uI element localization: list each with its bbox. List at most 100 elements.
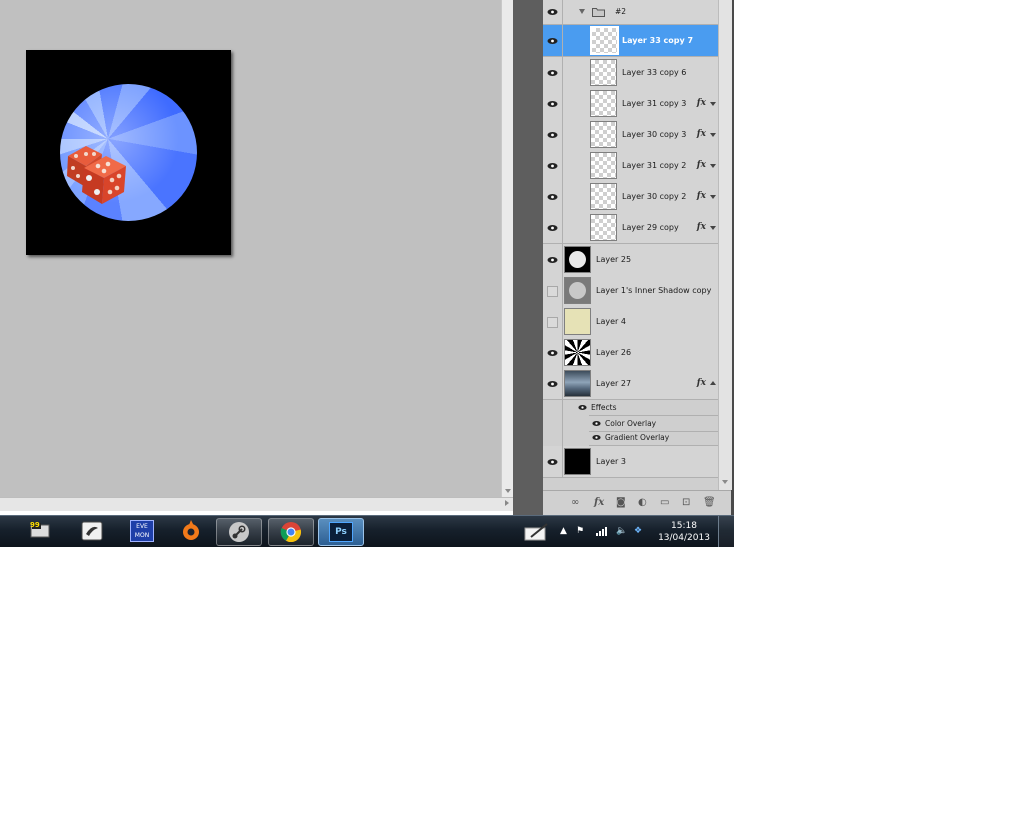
layer-row[interactable]: Layer 27 fx <box>543 368 718 400</box>
layer-effects-icon[interactable]: fx <box>697 150 706 181</box>
layer-row[interactable]: Layer 30 copy 2 fx <box>543 181 718 213</box>
adjustment-layer-icon[interactable]: ◐ <box>638 498 647 508</box>
layer-row[interactable]: Layer 26 <box>543 337 718 369</box>
folder-icon <box>592 8 605 17</box>
visibility-toggle[interactable] <box>543 88 563 119</box>
document-horizontal-scrollbar[interactable] <box>0 497 513 511</box>
xfire-icon <box>81 521 103 541</box>
taskbar-app-winamp[interactable]: 99 <box>18 518 62 544</box>
scroll-right-arrow-icon[interactable] <box>505 500 509 506</box>
taskbar-app-origin[interactable] <box>169 518 213 544</box>
eye-icon <box>547 458 558 465</box>
expand-effects-arrow-icon[interactable] <box>710 133 716 137</box>
link-layers-icon[interactable]: ∞ <box>571 498 579 508</box>
layer-effects-icon[interactable]: fx <box>697 368 706 399</box>
layer-name: Layer 26 <box>596 348 632 357</box>
layer-name: #2 <box>615 7 627 16</box>
layer-effects-icon[interactable]: fx <box>697 212 706 243</box>
document-image[interactable] <box>26 50 231 255</box>
layer-row[interactable]: Layer 30 copy 3 fx <box>543 119 718 151</box>
visibility-toggle[interactable] <box>543 368 563 399</box>
add-mask-icon[interactable]: ◙ <box>616 498 626 508</box>
layer-effects-icon[interactable]: fx <box>697 88 706 119</box>
document-canvas-area[interactable] <box>0 0 501 497</box>
taskbar-app-xfire[interactable] <box>70 518 114 544</box>
layer-effects-icon[interactable]: fx <box>697 119 706 150</box>
layer-thumbnail <box>590 121 617 148</box>
eye-icon <box>547 193 558 200</box>
visibility-toggle[interactable] <box>543 181 563 212</box>
show-hidden-icons-arrow-icon[interactable]: ▲ <box>560 527 567 536</box>
effects-header-row[interactable]: Effects <box>562 400 718 415</box>
layer-row[interactable]: Layer 29 copy fx <box>543 212 718 244</box>
show-desktop-button[interactable] <box>718 516 735 547</box>
visibility-toggle[interactable] <box>543 244 563 275</box>
taskbar-app-steam[interactable] <box>216 518 262 546</box>
action-center-flag-icon[interactable]: ⚑ <box>576 527 584 536</box>
layers-list[interactable]: #2 Layer 33 copy 7 Layer 33 copy 6 Layer… <box>543 0 718 490</box>
expand-effects-arrow-icon[interactable] <box>710 164 716 168</box>
eye-icon <box>578 405 587 410</box>
visibility-toggle[interactable] <box>543 337 563 368</box>
layer-thumbnail <box>590 183 617 210</box>
new-group-icon[interactable]: ▭ <box>660 498 669 508</box>
eye-icon <box>547 224 558 231</box>
layer-row[interactable]: Layer 31 copy 2 fx <box>543 150 718 182</box>
taskbar-app-photoshop[interactable]: Ps <box>318 518 364 546</box>
layers-vertical-scrollbar[interactable] <box>718 0 732 490</box>
layer-thumbnail <box>564 339 591 366</box>
layer-row[interactable]: Layer 33 copy 6 <box>543 57 718 89</box>
new-layer-icon[interactable]: ⊡ <box>682 498 690 508</box>
scroll-down-arrow-icon[interactable] <box>722 480 728 484</box>
layer-name: Layer 30 copy 2 <box>622 192 687 201</box>
add-layer-style-icon[interactable]: fx <box>594 498 604 508</box>
layers-panel: #2 Layer 33 copy 7 Layer 33 copy 6 Layer… <box>543 0 734 516</box>
layer-row[interactable]: Layer 1's Inner Shadow copy <box>543 275 718 307</box>
hidden-visibility-box[interactable] <box>547 285 558 297</box>
trash-icon[interactable]: 🗑 <box>703 498 716 508</box>
taskbar-app-evemon[interactable]: EVE MON <box>120 518 164 544</box>
taskbar-app-chrome[interactable] <box>268 518 314 546</box>
layer-row[interactable]: Layer 25 <box>543 244 718 276</box>
layer-row[interactable]: Layer 33 copy 7 <box>543 25 718 57</box>
network-signal-icon[interactable] <box>596 527 608 536</box>
eye-icon <box>547 349 558 356</box>
visibility-toggle[interactable] <box>543 212 563 243</box>
expand-effects-arrow-icon[interactable] <box>710 195 716 199</box>
visibility-toggle[interactable] <box>543 275 563 306</box>
expand-effects-arrow-icon[interactable] <box>710 102 716 106</box>
effect-label: Color Overlay <box>605 419 657 428</box>
group-expand-arrow-icon[interactable] <box>579 9 585 14</box>
dropbox-icon[interactable]: ❖ <box>634 527 642 536</box>
visibility-toggle[interactable] <box>543 306 563 337</box>
pen-tablet-icon[interactable] <box>523 522 551 542</box>
layer-name: Layer 33 copy 6 <box>622 68 687 77</box>
layer-thumbnail <box>564 308 591 335</box>
visibility-toggle[interactable] <box>543 57 563 88</box>
notes-badge: 99 <box>30 521 40 529</box>
visibility-toggle[interactable] <box>543 25 563 56</box>
collapse-effects-arrow-icon[interactable] <box>710 381 716 385</box>
visibility-toggle[interactable] <box>543 0 563 24</box>
layer-name: Layer 31 copy 2 <box>622 161 687 170</box>
hidden-visibility-box[interactable] <box>547 316 558 328</box>
visibility-toggle[interactable] <box>543 150 563 181</box>
indent-guide <box>562 400 563 446</box>
layer-row[interactable]: Layer 4 <box>543 306 718 338</box>
layer-row[interactable]: Layer 31 copy 3 fx <box>543 88 718 120</box>
tray-clock[interactable]: 15:18 13/04/2013 <box>654 520 714 544</box>
layer-group-row[interactable]: #2 <box>543 0 718 25</box>
eye-icon <box>547 256 558 263</box>
layer-name: Layer 25 <box>596 255 632 264</box>
expand-effects-arrow-icon[interactable] <box>710 226 716 230</box>
visibility-toggle[interactable] <box>543 119 563 150</box>
scroll-down-arrow-icon[interactable] <box>505 489 511 493</box>
effect-row[interactable]: Gradient Overlay <box>589 430 718 446</box>
layer-row[interactable]: Layer 3 <box>543 446 718 478</box>
layer-name: Layer 3 <box>596 457 626 466</box>
evemon-label: EVE MON <box>134 523 150 539</box>
volume-icon[interactable]: 🔈 <box>616 527 627 536</box>
eye-icon <box>547 69 558 76</box>
visibility-toggle[interactable] <box>543 446 563 477</box>
layer-effects-icon[interactable]: fx <box>697 181 706 212</box>
